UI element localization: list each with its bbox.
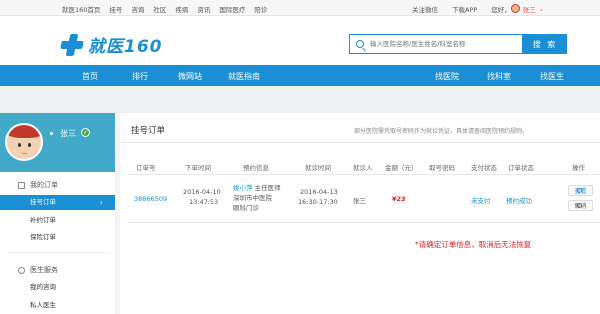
search-button[interactable]: 搜 索: [523, 34, 567, 54]
col-order-status: 订单状态: [508, 164, 534, 172]
top-link-disease[interactable]: 疾病: [175, 4, 188, 14]
chevron-right-icon: ›: [99, 198, 103, 207]
nav-ranking[interactable]: 排行: [132, 71, 148, 82]
avatar[interactable]: [5, 123, 43, 161]
header: 就医160 搜 索: [0, 16, 600, 65]
section-my-orders: 我的订单: [18, 180, 58, 190]
patient-name: 张三: [353, 197, 366, 205]
nav-microsite[interactable]: 微网站: [178, 71, 202, 82]
col-appointment-info: 预约信息: [243, 164, 269, 172]
site-logo[interactable]: 就医160: [60, 32, 163, 57]
appointment-info: 姚小萍 主任医师 深圳市中医院 眼科门诊: [233, 184, 281, 212]
main-panel: 挂号订单 部分医院需凭取号密码作为就诊凭证，具体请查阅医院预约规则。 订单号 下…: [120, 113, 600, 314]
top-link-community[interactable]: 社区: [153, 4, 166, 14]
download-app-link[interactable]: 下载APP: [452, 4, 477, 14]
col-visit-time: 就诊时间: [305, 164, 331, 172]
nav-home[interactable]: 首页: [82, 71, 98, 82]
nav-guide[interactable]: 就医指南: [228, 71, 260, 82]
top-link-escort[interactable]: 陪诊: [254, 4, 267, 14]
col-order-id: 订单号: [136, 164, 156, 172]
page-title: 挂号订单: [131, 126, 166, 136]
top-link-register[interactable]: 挂号: [109, 4, 122, 14]
search-input[interactable]: [370, 40, 520, 48]
follow-wechat-link[interactable]: 关注微信: [412, 4, 438, 14]
main-nav: 首页 排行 微网站 就医指南 找医院 找科室 找医生: [0, 65, 600, 86]
search-bar: 搜 索: [349, 34, 567, 54]
order-id-link[interactable]: 38866509: [134, 195, 167, 203]
table-header: 订单号 下单时间 预约信息 就诊时间 就诊人 金额（元） 取号密码 支付状态 订…: [128, 160, 600, 175]
sidebar-item-private-doctor[interactable]: 私人医生: [0, 298, 115, 313]
magnifier-icon: [577, 188, 582, 193]
col-actions: 操作: [572, 164, 585, 172]
sidebar: 张三 ✓ 我的订单 挂号订单 › 补约订单 保险订单 医生服务 我的咨询 私人医…: [0, 113, 115, 314]
cancel-button[interactable]: 取消: [568, 200, 593, 211]
top-link-news[interactable]: 资讯: [197, 4, 210, 14]
bullet-dot: [50, 132, 53, 135]
top-links: 就医160首页 挂号 咨询 社区 疾病 资讯 国际医疗 陪诊: [62, 4, 276, 14]
table-row: 38866509 2016-04-10 13:47:53 姚小萍 主任医师 深圳…: [128, 175, 600, 223]
col-patient: 就诊人: [353, 164, 373, 172]
nav-find-doctor[interactable]: 找医生: [540, 71, 564, 82]
notice-text: 部分医院需凭取号密码作为就诊凭证，具体请查阅医院预约规则。: [354, 128, 529, 135]
amount-value: ¥23: [392, 195, 406, 203]
sidebar-item-register-orders[interactable]: 挂号订单 ›: [0, 195, 115, 210]
nav-find-hospital[interactable]: 找医院: [435, 71, 459, 82]
col-order-time: 下单时间: [185, 164, 211, 172]
top-bar: 就医160首页 挂号 咨询 社区 疾病 资讯 国际医疗 陪诊 关注微信 下载AP…: [0, 0, 600, 16]
search-box: [349, 34, 523, 54]
view-button[interactable]: 查看: [568, 185, 593, 196]
order-status: 预约成功: [506, 197, 532, 205]
banner-strip: [0, 86, 600, 113]
orders-icon: [18, 181, 25, 189]
medical-cross-icon: [60, 33, 84, 57]
pay-status-link[interactable]: 未支付: [471, 195, 491, 205]
col-amount: 金额（元）: [385, 164, 418, 172]
top-link-consult[interactable]: 咨询: [131, 4, 144, 14]
top-right: 关注微信 下载APP 您好， 张三 ⌄: [412, 3, 544, 14]
search-icon: [18, 266, 25, 274]
sidebar-item-insurance-orders[interactable]: 保险订单: [0, 230, 115, 245]
greeting-text: 您好，: [491, 6, 511, 14]
profile-card: 张三 ✓: [0, 113, 115, 172]
verified-check-icon: ✓: [81, 128, 90, 137]
chevron-down-icon[interactable]: ⌄: [539, 5, 544, 13]
visit-datetime: 2016-04-13 16:30-17:30: [298, 188, 338, 206]
top-link-home[interactable]: 就医160首页: [62, 4, 100, 14]
order-datetime: 2016-04-10 13:47:53: [183, 188, 221, 206]
cancel-icon: [577, 203, 582, 208]
col-pay-status: 支付状态: [471, 164, 497, 172]
logo-text: 就医160: [88, 37, 163, 57]
user-avatar-small[interactable]: [510, 3, 520, 13]
sidebar-item-my-consult[interactable]: 我的咨询: [0, 280, 115, 295]
top-link-international[interactable]: 国际医疗: [219, 4, 245, 14]
panel-header: 挂号订单 部分医院需凭取号密码作为就诊凭证，具体请查阅医院预约规则。: [120, 113, 600, 143]
cancel-warning: *请确定订单信息，取消后无法恢复: [415, 240, 532, 249]
sidebar-divider: [8, 252, 108, 253]
sidebar-item-supplement-orders[interactable]: 补约订单: [0, 213, 115, 228]
doctor-link[interactable]: 姚小萍: [233, 184, 253, 192]
col-password: 取号密码: [429, 164, 455, 172]
section-doctor-services: 医生服务: [18, 265, 58, 275]
user-menu[interactable]: 张三: [523, 4, 536, 14]
profile-name: 张三: [60, 129, 76, 138]
nav-find-department[interactable]: 找科室: [487, 71, 511, 82]
search-icon: [356, 40, 364, 48]
